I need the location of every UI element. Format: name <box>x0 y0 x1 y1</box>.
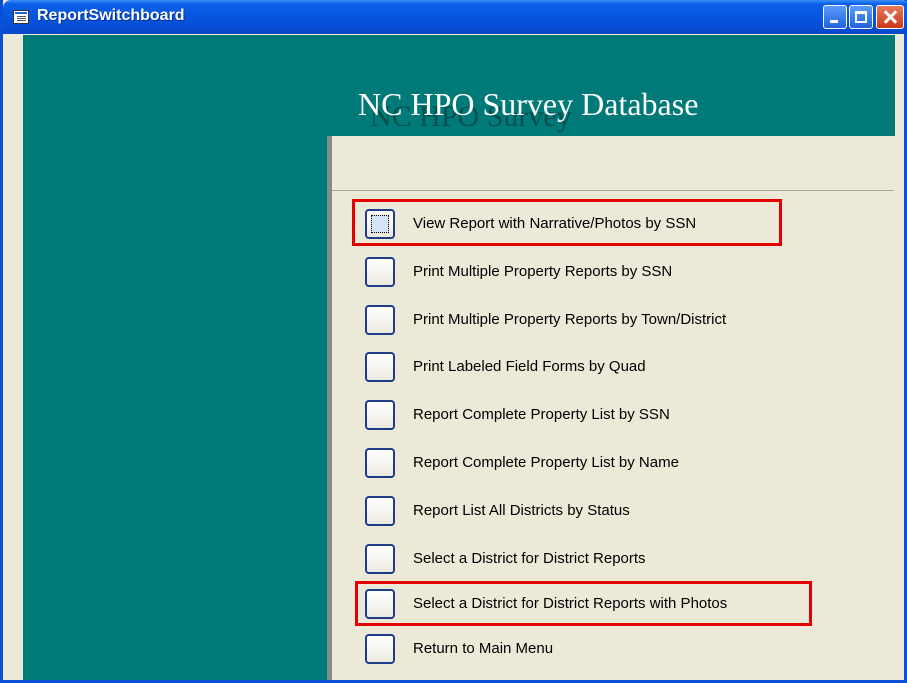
menu-item-label[interactable]: Print Labeled Field Forms by Quad <box>413 358 646 375</box>
app-form-icon[interactable] <box>13 10 29 24</box>
menu-item-districts-by-status[interactable]: Report List All Districts by Status <box>365 496 885 526</box>
window-title: ReportSwitchboard <box>37 7 185 24</box>
horizontal-divider <box>332 190 894 191</box>
minimize-button[interactable] <box>823 5 847 29</box>
menu-button[interactable] <box>365 634 395 664</box>
menu-button[interactable] <box>365 305 395 335</box>
menu-item-print-labeled-field-forms[interactable]: Print Labeled Field Forms by Quad <box>365 352 885 382</box>
menu-button[interactable] <box>365 448 395 478</box>
report-switchboard-window: ReportSwitchboard NC HPO Survey NC HPO S… <box>0 0 907 683</box>
menu-item-select-district-reports[interactable]: Select a District for District Reports <box>365 544 885 574</box>
menu-button[interactable] <box>365 257 395 287</box>
menu-button[interactable] <box>365 400 395 430</box>
menu-item-label[interactable]: Report Complete Property List by SSN <box>413 406 670 423</box>
menu-button[interactable] <box>365 544 395 574</box>
menu-item-label[interactable]: Select a District for District Reports <box>413 550 646 567</box>
menu-item-print-multiple-by-ssn[interactable]: Print Multiple Property Reports by SSN <box>365 257 885 287</box>
menu-item-return-to-main-menu[interactable]: Return to Main Menu <box>365 634 885 664</box>
menu-item-label[interactable]: Print Multiple Property Reports by Town/… <box>413 311 726 328</box>
vertical-divider <box>327 136 332 680</box>
menu-item-label[interactable]: Print Multiple Property Reports by SSN <box>413 263 672 280</box>
maximize-button[interactable] <box>849 5 873 29</box>
highlight-box-view-report <box>352 199 782 246</box>
menu-item-property-list-by-ssn[interactable]: Report Complete Property List by SSN <box>365 400 885 430</box>
menu-button[interactable] <box>365 496 395 526</box>
page-title: NC HPO Survey Database <box>358 86 699 122</box>
menu-item-label[interactable]: Return to Main Menu <box>413 640 553 657</box>
menu-item-label[interactable]: Report Complete Property List by Name <box>413 454 679 471</box>
close-button[interactable] <box>876 5 904 29</box>
menu-button[interactable] <box>365 352 395 382</box>
menu-item-label[interactable]: Report List All Districts by Status <box>413 502 630 519</box>
menu-item-print-multiple-by-town-district[interactable]: Print Multiple Property Reports by Town/… <box>365 305 885 335</box>
title-bar[interactable]: ReportSwitchboard <box>3 0 907 34</box>
left-panel <box>23 35 327 680</box>
menu-item-property-list-by-name[interactable]: Report Complete Property List by Name <box>365 448 885 478</box>
highlight-box-district-photos <box>355 581 812 626</box>
